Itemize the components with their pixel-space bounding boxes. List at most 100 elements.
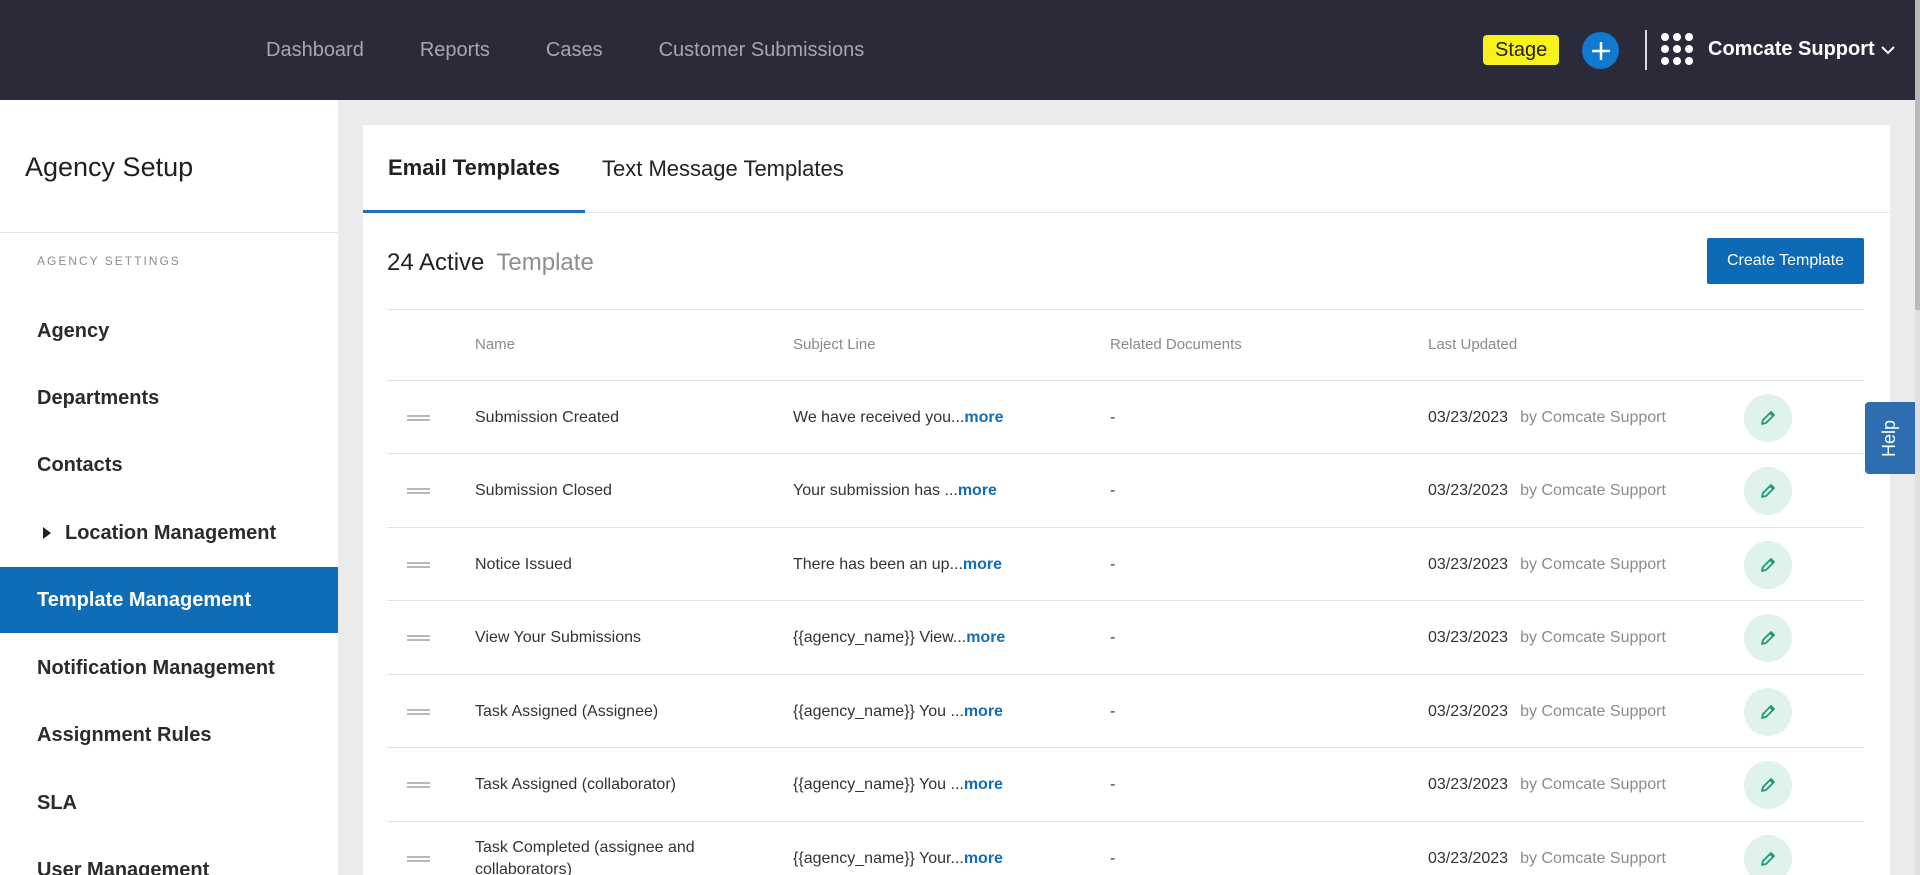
- tab-text-message-templates[interactable]: Text Message Templates: [602, 125, 844, 213]
- related-documents: -: [1110, 629, 1116, 646]
- sidebar-item-agency[interactable]: Agency: [0, 298, 338, 364]
- sidebar-item-assignment-rules[interactable]: Assignment Rules: [0, 702, 338, 768]
- last-updated-by: by Comcate Support: [1520, 776, 1666, 793]
- last-updated-by: by Comcate Support: [1520, 409, 1666, 426]
- drag-handle-icon[interactable]: [407, 562, 430, 570]
- edit-button[interactable]: [1744, 541, 1792, 589]
- subject-line: Your submission has ...: [793, 482, 958, 499]
- drag-handle-icon[interactable]: [407, 709, 430, 717]
- nav-customer-submissions[interactable]: Customer Submissions: [659, 39, 865, 62]
- subject-line: There has been an up...: [793, 556, 963, 573]
- edit-button[interactable]: [1744, 835, 1792, 875]
- chevron-down-icon: [1880, 45, 1895, 54]
- help-label: Help: [1879, 419, 1900, 457]
- edit-button[interactable]: [1744, 761, 1792, 809]
- last-updated-by: by Comcate Support: [1520, 556, 1666, 573]
- last-updated-date: 03/23/2023: [1428, 850, 1509, 867]
- table-row[interactable]: Submission Created We have received you..…: [387, 380, 1864, 454]
- pencil-icon: [1761, 631, 1775, 645]
- nav-reports[interactable]: Reports: [420, 39, 490, 62]
- divider: [0, 232, 338, 233]
- sidebar-item-contacts[interactable]: Contacts: [0, 432, 338, 498]
- last-updated-date: 03/23/2023: [1428, 703, 1509, 720]
- drag-handle-icon[interactable]: [407, 415, 430, 423]
- sidebar-item-label: Assignment Rules: [37, 723, 212, 746]
- last-updated-date: 03/23/2023: [1428, 482, 1509, 499]
- last-updated-date: 03/23/2023: [1428, 556, 1509, 573]
- active-count: 24 Active: [387, 249, 485, 276]
- last-updated-date: 03/23/2023: [1428, 409, 1509, 426]
- drag-handle-icon[interactable]: [407, 635, 430, 643]
- nav-dashboard[interactable]: Dashboard: [266, 39, 364, 62]
- active-count-suffix: Template: [496, 249, 594, 276]
- app-grid-icon[interactable]: [1661, 33, 1693, 65]
- column-header-related-documents: Related Documents: [1110, 336, 1242, 353]
- related-documents: -: [1110, 850, 1116, 867]
- edit-button[interactable]: [1744, 614, 1792, 662]
- template-name: Task Assigned (collaborator): [475, 776, 676, 793]
- table-row[interactable]: Notice Issued There has been an up... more…: [387, 527, 1864, 601]
- sidebar-item-departments[interactable]: Departments: [0, 365, 338, 431]
- template-name: Submission Closed: [475, 482, 612, 499]
- drag-handle-icon[interactable]: [407, 782, 430, 790]
- related-documents: -: [1110, 409, 1116, 426]
- templates-card: Email Templates Text Message Templates 2…: [363, 125, 1890, 875]
- edit-button[interactable]: [1744, 394, 1792, 442]
- last-updated-by: by Comcate Support: [1520, 482, 1666, 499]
- last-updated-by: by Comcate Support: [1520, 850, 1666, 867]
- sidebar-item-label: Template Management: [37, 588, 252, 611]
- edit-button[interactable]: [1744, 467, 1792, 515]
- sidebar-item-label: SLA: [37, 791, 77, 814]
- sidebar-item-label: User Management: [37, 858, 210, 875]
- plus-icon: [1591, 41, 1610, 60]
- related-documents: -: [1110, 556, 1116, 573]
- pencil-icon: [1761, 558, 1775, 572]
- column-header-name: Name: [475, 336, 516, 353]
- edit-button[interactable]: [1744, 688, 1792, 736]
- scrollbar-thumb[interactable]: [1915, 0, 1920, 310]
- create-template-button[interactable]: Create Template: [1707, 238, 1864, 284]
- sidebar-item-label: Agency: [37, 319, 110, 342]
- divider: [1645, 30, 1647, 70]
- table-row[interactable]: Submission Closed Your submission has ...…: [387, 453, 1864, 527]
- tab-email-templates[interactable]: Email Templates: [363, 125, 585, 213]
- divider: [387, 309, 1864, 310]
- sidebar-item-label: Departments: [37, 386, 160, 409]
- sidebar-item-notification-management[interactable]: Notification Management: [0, 635, 338, 701]
- page-title: 24 Active Template: [387, 249, 594, 277]
- top-nav: Dashboard Reports Cases Customer Submiss…: [266, 0, 920, 100]
- more-link[interactable]: more: [964, 850, 1003, 868]
- related-documents: -: [1110, 482, 1116, 499]
- add-button[interactable]: [1582, 32, 1619, 69]
- pencil-icon: [1761, 484, 1775, 498]
- template-name: Submission Created: [475, 409, 620, 426]
- help-tab[interactable]: Help: [1865, 402, 1915, 474]
- more-link[interactable]: more: [963, 556, 1002, 574]
- more-link[interactable]: more: [964, 776, 1003, 794]
- sidebar-item-user-management[interactable]: User Management: [0, 837, 338, 875]
- last-updated-by: by Comcate Support: [1520, 629, 1666, 646]
- table-row[interactable]: Task Assigned (Assignee) {{agency_name}} …: [387, 674, 1864, 748]
- more-link[interactable]: more: [966, 629, 1005, 647]
- table-row[interactable]: View Your Submissions {{agency_name}} Vie…: [387, 600, 1864, 674]
- more-link[interactable]: more: [964, 703, 1003, 721]
- stage-badge: Stage: [1483, 35, 1560, 65]
- tab-bar: Email Templates Text Message Templates: [363, 125, 1890, 213]
- drag-handle-icon[interactable]: [407, 488, 430, 496]
- column-header-subject-line: Subject Line: [793, 336, 876, 353]
- drag-handle-icon[interactable]: [407, 856, 430, 864]
- last-updated-date: 03/23/2023: [1428, 776, 1509, 793]
- pencil-icon: [1761, 778, 1775, 792]
- sidebar: Agency Setup AGENCY SETTINGS Agency Depa…: [0, 100, 338, 875]
- sidebar-item-template-management[interactable]: Template Management: [0, 567, 338, 633]
- table-row[interactable]: Task Assigned (collaborator) {{agency_nam…: [387, 747, 1864, 821]
- more-link[interactable]: more: [964, 409, 1003, 427]
- more-link[interactable]: more: [958, 482, 997, 500]
- account-menu[interactable]: Comcate Support: [1708, 38, 1895, 61]
- nav-cases[interactable]: Cases: [546, 39, 603, 62]
- table-row[interactable]: Task Completed (assignee and collaborato…: [387, 821, 1864, 875]
- template-name: View Your Submissions: [475, 629, 642, 646]
- sidebar-item-sla[interactable]: SLA: [0, 770, 338, 836]
- column-header-last-updated: Last Updated: [1428, 336, 1518, 353]
- sidebar-item-location-management[interactable]: Location Management: [0, 500, 338, 566]
